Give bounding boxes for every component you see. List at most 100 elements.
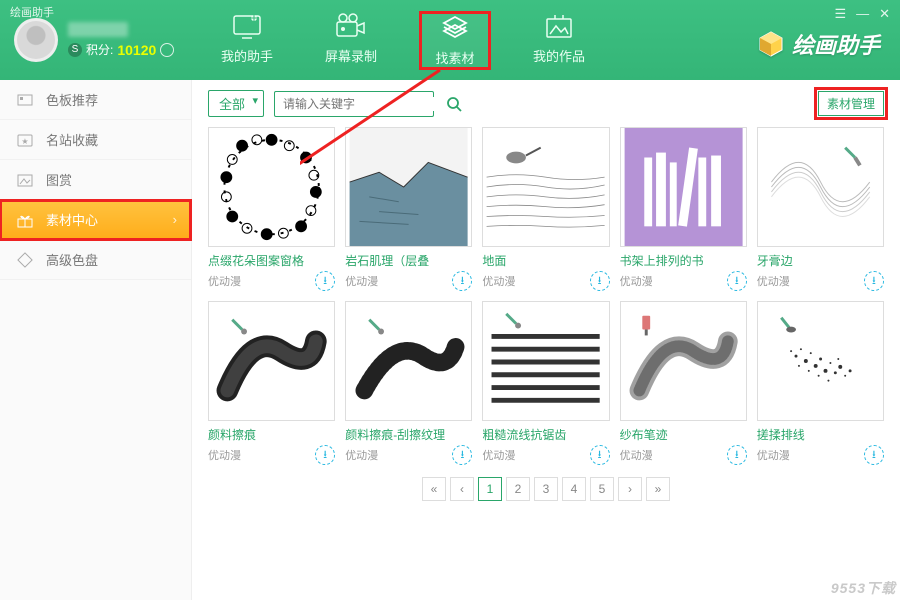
camera-icon	[334, 12, 368, 42]
sidebar-item-label: 名站收藏	[46, 130, 98, 149]
material-card[interactable]: 搓揉排线 优动漫⭳	[757, 301, 884, 465]
card-author: 优动漫	[208, 447, 241, 463]
material-card[interactable]: 地面 优动漫⭳	[482, 127, 609, 291]
top-tabs: 我的助手 屏幕录制 找素材 我的作品	[212, 12, 594, 69]
card-title: 粗糙流线抗锯齿	[482, 426, 609, 443]
card-title: 牙膏边	[757, 252, 884, 269]
tab-label: 屏幕录制	[316, 46, 386, 65]
thumbnail	[620, 301, 747, 421]
svg-text:★: ★	[21, 137, 28, 146]
material-card[interactable]: 颜料擦痕 优动漫 ⭳	[208, 301, 335, 465]
sidebar-item-material-center[interactable]: 素材中心	[0, 200, 191, 240]
watermark: 9553下载	[831, 578, 896, 598]
filter-select[interactable]: 全部	[208, 90, 264, 117]
reload-icon[interactable]	[160, 43, 174, 57]
points-value: 10120	[117, 42, 156, 58]
card-title: 书架上排列的书	[620, 252, 747, 269]
material-card[interactable]: 纱布笔迹 优动漫 ⭳	[620, 301, 747, 465]
thumbnail	[208, 127, 335, 247]
download-button[interactable]: ⭳	[590, 271, 610, 291]
thumbnail	[208, 301, 335, 421]
avatar[interactable]	[14, 18, 58, 62]
material-card[interactable]: 点缀花朵图案窗格 优动漫 ⭳	[208, 127, 335, 291]
tab-label: 找素材	[420, 48, 490, 67]
sidebar-item-bookmark[interactable]: ★ 名站收藏	[0, 120, 191, 160]
search-button[interactable]	[446, 92, 462, 116]
user-block: S 积分: 10120	[0, 18, 192, 62]
card-title: 点缀花朵图案窗格	[208, 252, 335, 269]
search-icon	[446, 96, 462, 112]
page-last[interactable]: »	[646, 477, 670, 501]
material-card[interactable]: 颜料擦痕-刮擦纹理 优动漫 ⭳	[345, 301, 472, 465]
material-card[interactable]: 粗糙流线抗锯齿 优动漫 ⭳	[482, 301, 609, 465]
page-next[interactable]: ›	[618, 477, 642, 501]
thumbnail	[757, 301, 884, 421]
page-first[interactable]: «	[422, 477, 446, 501]
sidebar-item-label: 高级色盘	[46, 250, 98, 269]
card-title: 颜料擦痕-刮擦纹理	[345, 426, 472, 443]
material-card[interactable]: 牙膏边 优动漫⭳	[757, 127, 884, 291]
sidebar-item-label: 素材中心	[46, 210, 98, 229]
card-title: 颜料擦痕	[208, 426, 335, 443]
picture-icon	[542, 12, 576, 42]
thumbnail	[757, 127, 884, 247]
download-button[interactable]: ⭳	[315, 271, 335, 291]
layers-icon	[438, 14, 472, 44]
download-button[interactable]: ⭳	[864, 271, 884, 291]
coin-icon: S	[68, 43, 82, 57]
tab-my-works[interactable]: 我的作品	[524, 12, 594, 69]
card-author: 优动漫	[757, 447, 790, 463]
tab-my-assistant[interactable]: 我的助手	[212, 12, 282, 69]
star-folder-icon: ★	[16, 131, 34, 149]
download-button[interactable]: ⭳	[727, 445, 747, 465]
card-author: 优动漫	[345, 273, 378, 289]
card-title: 纱布笔迹	[620, 426, 747, 443]
sidebar: 色板推荐 ★ 名站收藏 图赏 素材中心 高级色盘	[0, 80, 192, 600]
tab-label: 我的助手	[212, 46, 282, 65]
tab-screen-record[interactable]: 屏幕录制	[316, 12, 386, 69]
download-button[interactable]: ⭳	[452, 271, 472, 291]
card-author: 优动漫	[208, 273, 241, 289]
page-number[interactable]: 3	[534, 477, 558, 501]
menu-icon[interactable]: ☰	[834, 6, 846, 22]
tab-find-material[interactable]: 找素材	[420, 12, 490, 69]
brand-text: 绘画助手	[792, 28, 880, 60]
palette-icon	[16, 91, 34, 109]
close-icon[interactable]: ✕	[879, 6, 890, 22]
card-title: 地面	[482, 252, 609, 269]
points-row: S 积分: 10120	[68, 41, 174, 58]
page-number[interactable]: 1	[478, 477, 502, 501]
page-number[interactable]: 5	[590, 477, 614, 501]
card-author: 优动漫	[620, 273, 653, 289]
thumbnail	[345, 301, 472, 421]
download-button[interactable]: ⭳	[727, 271, 747, 291]
material-card[interactable]: 书架上排列的书 优动漫 ⭳	[620, 127, 747, 291]
material-card[interactable]: 岩石肌理（层叠 优动漫⭳	[345, 127, 472, 291]
download-button[interactable]: ⭳	[590, 445, 610, 465]
card-author: 优动漫	[620, 447, 653, 463]
page-prev[interactable]: ‹	[450, 477, 474, 501]
card-author: 优动漫	[345, 447, 378, 463]
sidebar-item-label: 色板推荐	[46, 90, 98, 109]
search-input[interactable]	[275, 97, 446, 111]
sidebar-item-adv-palette[interactable]: 高级色盘	[0, 240, 191, 280]
thumbnail	[482, 301, 609, 421]
pagination: « ‹ 1 2 3 4 5 › »	[208, 477, 884, 501]
brand-cube-icon	[756, 29, 786, 59]
minimize-icon[interactable]: —	[856, 6, 869, 22]
brand: 绘画助手	[756, 28, 880, 60]
download-button[interactable]: ⭳	[452, 445, 472, 465]
user-name	[68, 22, 128, 37]
page-number[interactable]: 4	[562, 477, 586, 501]
download-button[interactable]: ⭳	[315, 445, 335, 465]
sidebar-item-palette[interactable]: 色板推荐	[0, 80, 191, 120]
manage-materials-button[interactable]: 素材管理	[818, 91, 884, 116]
card-author: 优动漫	[482, 447, 515, 463]
thumbnail	[345, 127, 472, 247]
download-button[interactable]: ⭳	[864, 445, 884, 465]
sidebar-item-gallery[interactable]: 图赏	[0, 160, 191, 200]
thumbnail	[620, 127, 747, 247]
page-number[interactable]: 2	[506, 477, 530, 501]
gift-icon	[16, 211, 34, 229]
main: 全部 素材管理 点缀花朵图案窗格 优动漫 ⭳	[192, 80, 900, 600]
